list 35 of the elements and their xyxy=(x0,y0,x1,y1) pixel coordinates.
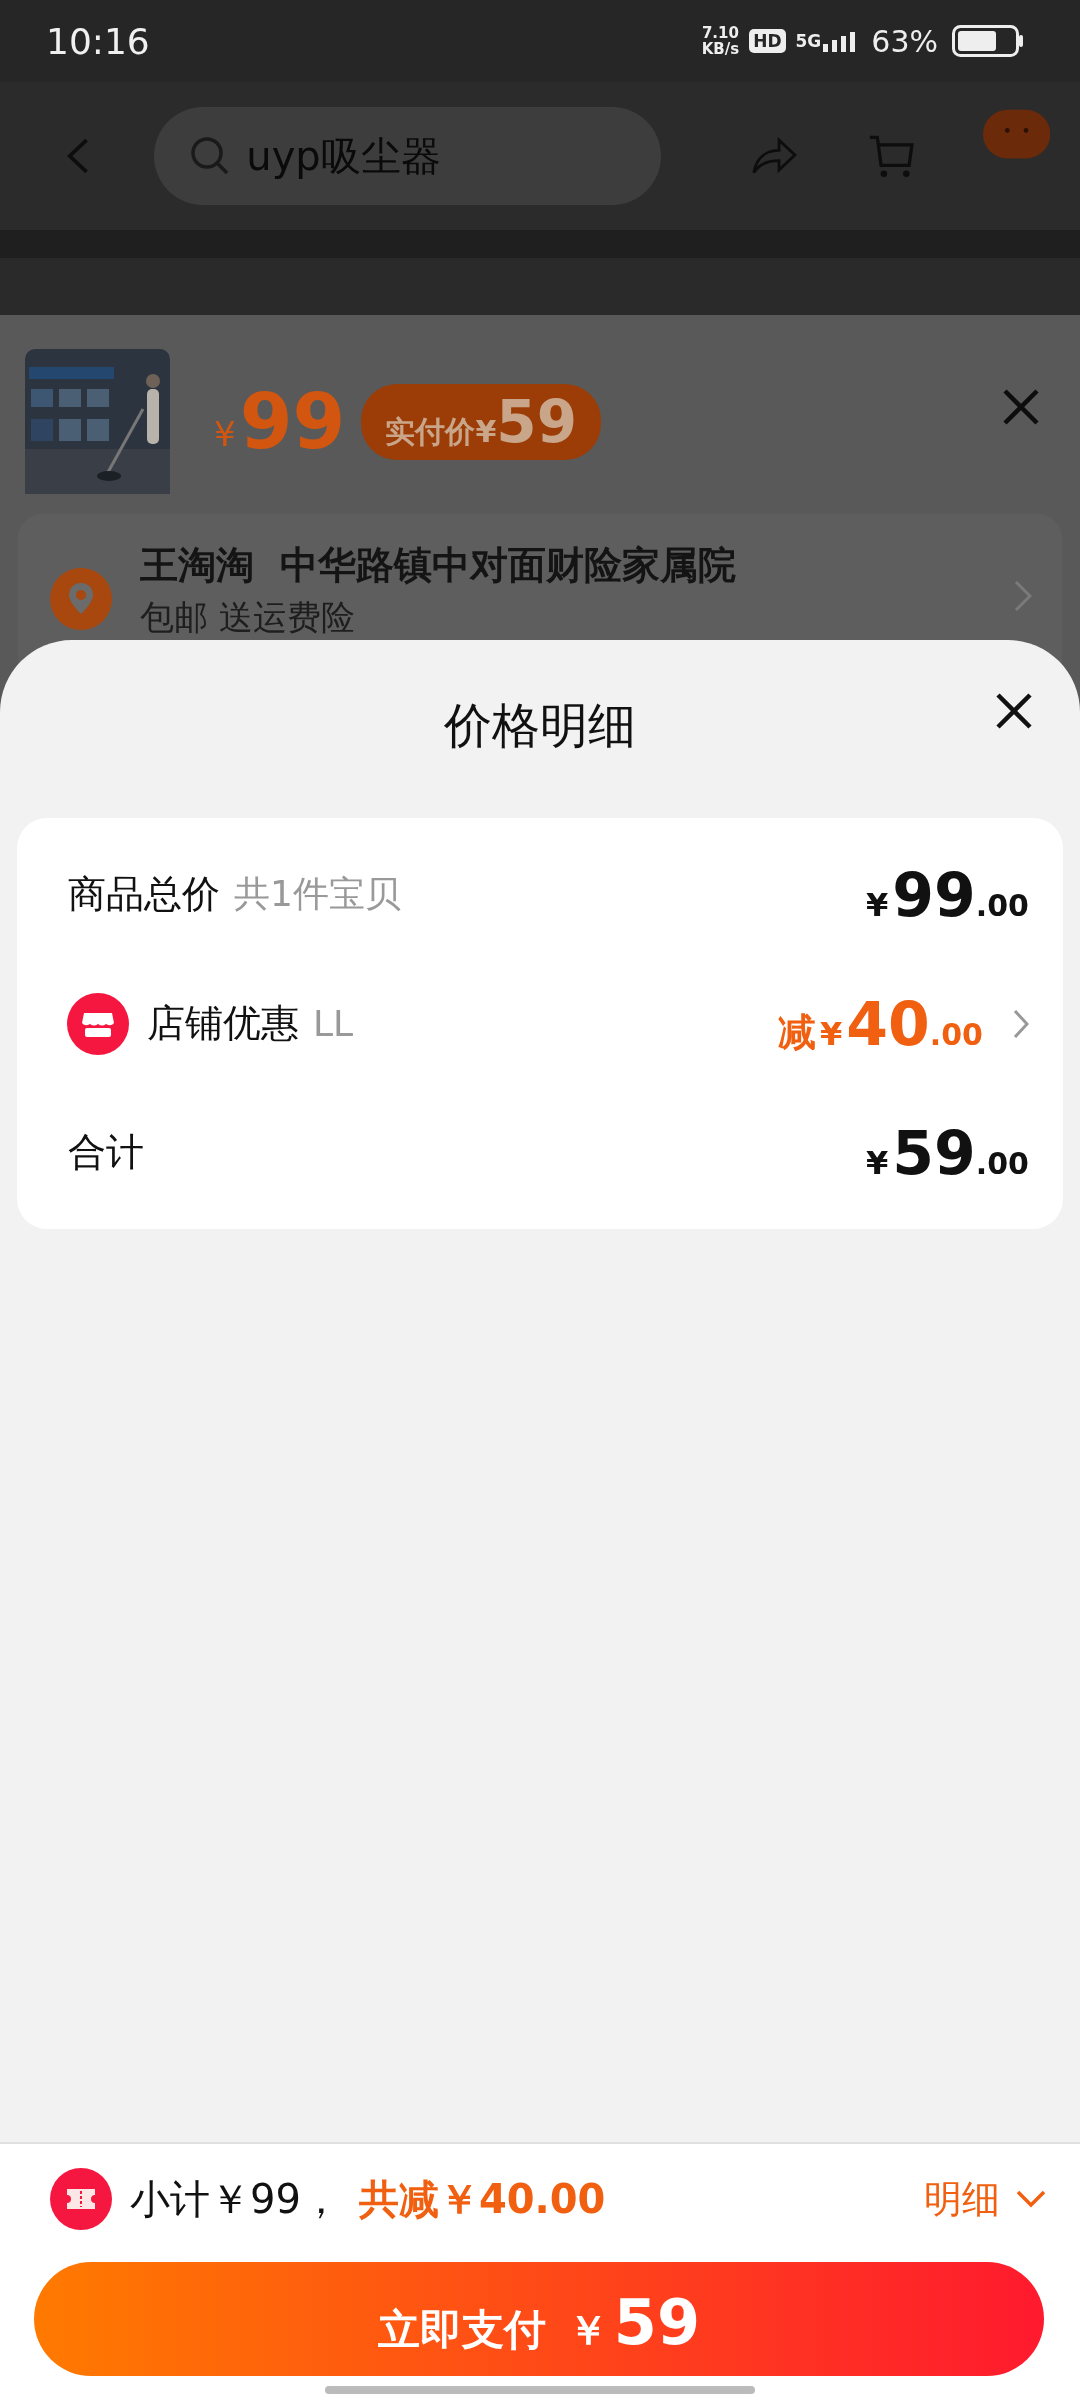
address-line: 王淘淘 中华路镇中对面财险家属院 xyxy=(140,542,737,589)
row-label: 店铺优惠 xyxy=(147,1000,299,1047)
actual-price-badge: 实付价¥59 xyxy=(361,383,601,460)
location-pin-icon xyxy=(50,568,112,630)
price-amount: ¥99.00 xyxy=(866,859,1029,930)
product-price: 99 xyxy=(239,377,346,466)
store-icon xyxy=(67,992,129,1055)
coupon-icon xyxy=(50,2168,112,2230)
pay-now-button[interactable]: 立即支付 ￥59 xyxy=(34,2262,1044,2376)
discount-amount: 减¥40.00 xyxy=(778,988,983,1059)
signal-icon xyxy=(823,30,858,52)
close-icon[interactable] xyxy=(995,692,1033,730)
subtotal-text: 小计￥99， xyxy=(130,2174,341,2224)
chevron-right-icon[interactable] xyxy=(1013,1008,1029,1039)
back-icon[interactable] xyxy=(66,136,91,176)
shipping-note: 包邮 送运费险 xyxy=(140,596,356,639)
network-type: 5G xyxy=(795,31,822,51)
total-discount-text: 共减￥40.00 xyxy=(358,2174,606,2224)
search-icon xyxy=(190,136,231,176)
details-toggle[interactable]: 明细 xyxy=(924,2173,1046,2225)
hd-badge: HD xyxy=(749,29,786,53)
chevron-down-icon xyxy=(1016,2190,1046,2208)
chevron-right-icon xyxy=(1014,580,1032,612)
battery-icon xyxy=(952,25,1024,57)
speed-unit: KB/s xyxy=(701,41,740,57)
status-time: 10:16 xyxy=(46,20,150,62)
row-note: LL xyxy=(313,1003,354,1044)
row-note: 共1件宝贝 xyxy=(234,872,401,916)
network-speed: 7.10 xyxy=(701,25,739,41)
row-label: 商品总价 xyxy=(68,871,220,918)
home-indicator[interactable] xyxy=(325,2386,755,2394)
row-label: 合计 xyxy=(68,1129,144,1176)
battery-level: 63% xyxy=(871,23,938,59)
price-amount: ¥59.00 xyxy=(866,1117,1029,1188)
price-currency: ¥ xyxy=(214,413,236,454)
